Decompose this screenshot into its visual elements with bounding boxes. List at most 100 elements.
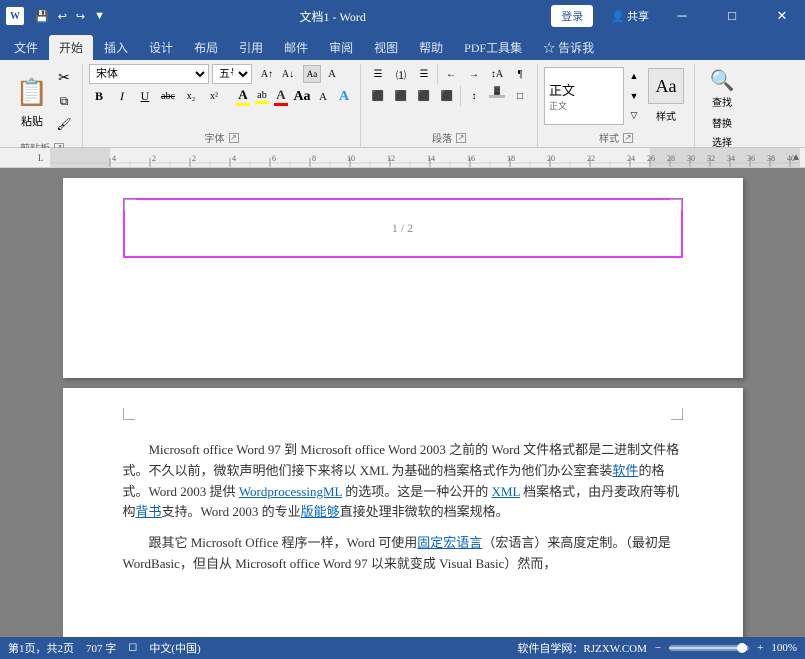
zoom-in-icon[interactable]: + (757, 642, 763, 654)
tab-home[interactable]: 开始 (49, 35, 93, 60)
svg-text:18: 18 (507, 154, 515, 163)
cut-button[interactable]: ✂ (54, 68, 74, 88)
zoom-out-icon[interactable]: − (655, 642, 661, 654)
clear-format-btn[interactable]: Aa (303, 65, 321, 83)
replace-btn[interactable]: 替换 (706, 115, 738, 130)
styles-group: 正文 正文 ▲ ▼ ▽ Aa 样式 样式 ↗ (540, 64, 695, 147)
tab-help[interactable]: 帮助 (409, 35, 453, 60)
copy-button[interactable]: ⧉ (54, 91, 74, 111)
link-xml[interactable]: XML (492, 484, 520, 499)
link-booksupport[interactable]: 背书 (136, 504, 162, 519)
superscript-button[interactable]: x² (204, 87, 224, 107)
document-area[interactable]: 1 / 2 Microsoft office Word 97 到 Microso… (0, 168, 805, 637)
show-marks-btn[interactable]: ¶ (509, 64, 531, 84)
format-painter-button[interactable]: 🖌 (54, 114, 74, 134)
page-header-text: 1 / 2 (392, 221, 413, 236)
sort-btn[interactable]: ↕A (486, 64, 508, 84)
highlight-btn[interactable]: ab (254, 89, 270, 105)
decrease-indent-btn[interactable]: ← (440, 64, 462, 84)
font-size-up-btn[interactable]: A↑ (257, 64, 277, 84)
tab-mail[interactable]: 邮件 (274, 35, 318, 60)
shading-btn[interactable]: ▓ (486, 86, 508, 106)
redo-quick-btn[interactable]: ↪ (73, 8, 88, 25)
website: 软件自学网：RJZXW.COM (517, 640, 646, 656)
link-version[interactable]: 版能够 (301, 504, 340, 519)
style-more-btn[interactable]: ▽ (627, 107, 641, 125)
font-a-small[interactable]: A (313, 87, 333, 107)
tab-layout[interactable]: 布局 (184, 35, 228, 60)
font-size-down-btn[interactable]: A↓ (278, 64, 298, 84)
svg-text:16: 16 (467, 154, 475, 163)
link-macro[interactable]: 固定宏语言 (417, 535, 482, 550)
svg-text:14: 14 (427, 154, 435, 163)
style-scroll-up[interactable]: ▲ (627, 67, 641, 85)
subscript-button[interactable]: x₂ (181, 87, 201, 107)
styles-expand[interactable]: ↗ (623, 133, 633, 143)
svg-text:36: 36 (747, 154, 755, 163)
font-size-select[interactable]: 五号 (212, 64, 252, 84)
style-normal-text: 正文 (549, 80, 575, 99)
status-right: 软件自学网：RJZXW.COM − + 100% (517, 640, 797, 656)
text-color-btn[interactable]: A (273, 86, 289, 107)
login-button[interactable]: 登录 (551, 5, 593, 27)
style-pane-btn[interactable]: Aa 样式 (644, 64, 688, 127)
status-left: 第1页，共2页 707 字 ◻ 中文(中国) (8, 640, 201, 656)
font-name-select[interactable]: 宋体 (89, 64, 209, 84)
align-left-btn[interactable]: ⬛ (367, 86, 389, 106)
replace-label: 替换 (712, 115, 732, 130)
paragraph-content: ☰ ⑴ ☰ ← → ↕A ¶ ⬛ ⬛ ⬛ ⬛ (367, 64, 531, 128)
link-wordprocessingml[interactable]: WordprocessingML (239, 484, 342, 499)
select-btn[interactable]: 选择 (706, 134, 738, 149)
font-aa-btn[interactable]: A (322, 64, 342, 84)
header-corner-tr (670, 199, 682, 211)
paste-button[interactable]: 📋 粘贴 (10, 71, 54, 131)
justify-btn[interactable]: ⬛ (436, 86, 458, 106)
page-2-text[interactable]: Microsoft office Word 97 到 Microsoft off… (123, 440, 683, 575)
style-normal-item[interactable]: 正文 正文 (544, 67, 624, 125)
undo-quick-btn[interactable]: ↩ (55, 8, 70, 25)
bold-button[interactable]: B (89, 87, 109, 107)
zoom-slider[interactable] (669, 645, 749, 651)
ruler-marks: 4 2 2 4 6 8 10 12 14 (50, 148, 805, 167)
tab-insert[interactable]: 插入 (94, 35, 138, 60)
save-quick-btn[interactable]: 💾 (32, 8, 52, 25)
line-spacing-btn[interactable]: ↕ (463, 86, 485, 106)
tab-file[interactable]: 文件 (4, 35, 48, 60)
ruler-toggle[interactable]: ▲ (791, 148, 801, 167)
align-right-btn[interactable]: ⬛ (413, 86, 435, 106)
align-center-btn[interactable]: ⬛ (390, 86, 412, 106)
font-color-btn[interactable]: A (235, 86, 251, 107)
paragraph-expand[interactable]: ↗ (456, 133, 466, 143)
multilevel-btn[interactable]: ☰ (413, 64, 435, 84)
font-aa-big[interactable]: Aa (292, 87, 312, 107)
tab-tell-me[interactable]: ☆ 告诉我 (533, 35, 604, 60)
bullets-btn[interactable]: ☰ (367, 64, 389, 84)
restore-button[interactable]: □ (709, 0, 755, 32)
tab-review[interactable]: 审阅 (319, 35, 363, 60)
tab-design[interactable]: 设计 (139, 35, 183, 60)
share-button[interactable]: 👤 共享 (605, 6, 655, 26)
style-scroll-down[interactable]: ▼ (627, 87, 641, 105)
paragraph-label: 段落 (432, 130, 452, 145)
minimize-button[interactable]: ─ (659, 0, 705, 32)
tab-view[interactable]: 视图 (364, 35, 408, 60)
find-label: 查找 (712, 94, 732, 109)
italic-button[interactable]: I (112, 87, 132, 107)
close-button[interactable]: ✕ (759, 0, 805, 32)
para-row-1: ☰ ⑴ ☰ ← → ↕A ¶ (367, 64, 531, 84)
numbering-btn[interactable]: ⑴ (390, 64, 412, 84)
increase-indent-btn[interactable]: → (463, 64, 485, 84)
underline-button[interactable]: U (135, 87, 155, 107)
tab-references[interactable]: 引用 (229, 35, 273, 60)
font-expand[interactable]: ↗ (229, 133, 239, 143)
editing-group: 🔍 查找 替换 选择 编辑 (697, 64, 749, 147)
find-btn[interactable]: 🔍 查找 (701, 64, 743, 111)
status-bar: 第1页，共2页 707 字 ◻ 中文(中国) 软件自学网：RJZXW.COM −… (0, 637, 805, 659)
font-a-effects[interactable]: A (334, 87, 354, 107)
strikethrough-button[interactable]: abc (158, 87, 178, 107)
svg-text:10: 10 (347, 154, 355, 163)
more-quick-btn[interactable]: ▼ (91, 8, 108, 24)
link-software[interactable]: 软件 (612, 463, 638, 478)
border-btn[interactable]: □ (509, 86, 531, 106)
tab-pdf[interactable]: PDF工具集 (454, 35, 532, 60)
